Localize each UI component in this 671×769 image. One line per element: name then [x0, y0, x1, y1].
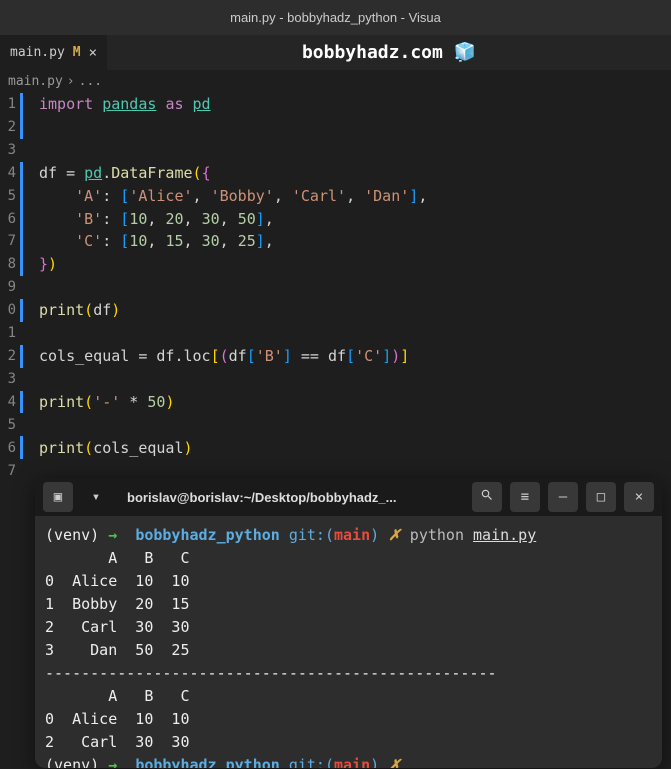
- terminal-titlebar[interactable]: ▣ ▾ borislav@borislav:~/Desktop/bobbyhad…: [35, 478, 662, 516]
- code-editor[interactable]: 1 2 3 4 5 6 7 8 9 0 1 2 3 4 5 6 7 import…: [0, 93, 671, 463]
- breadcrumb-file: main.py: [8, 74, 63, 89]
- window-title: main.py - bobbyhadz_python - Visua: [230, 10, 441, 25]
- menu-button[interactable]: ≡: [510, 482, 540, 512]
- maximize-button[interactable]: □: [586, 482, 616, 512]
- breadcrumb[interactable]: main.py › ...: [0, 70, 671, 93]
- close-icon: ×: [635, 489, 643, 505]
- terminal-window: ▣ ▾ borislav@borislav:~/Desktop/bobbyhad…: [35, 478, 662, 768]
- cube-icon: 🧊: [454, 42, 476, 63]
- maximize-icon: □: [597, 489, 605, 505]
- minimize-button[interactable]: –: [548, 482, 578, 512]
- hamburger-icon: ≡: [521, 489, 529, 505]
- new-tab-button[interactable]: ▣: [43, 482, 73, 512]
- close-icon[interactable]: ×: [89, 45, 97, 61]
- breadcrumb-more: ...: [79, 74, 102, 89]
- tab-filename: main.py: [10, 45, 65, 60]
- search-icon: [480, 488, 494, 506]
- chevron-right-icon: ›: [67, 74, 75, 89]
- dropdown-button[interactable]: ▾: [81, 482, 111, 512]
- window-titlebar: main.py - bobbyhadz_python - Visua: [0, 0, 671, 35]
- site-label: bobbyhadz.com 🧊: [107, 42, 671, 63]
- search-button[interactable]: [472, 482, 502, 512]
- tab-modified-indicator: M: [73, 45, 81, 60]
- line-gutter: 1 2 3 4 5 6 7 8 9 0 1 2 3 4 5 6 7: [0, 93, 20, 463]
- chevron-down-icon: ▾: [92, 489, 100, 505]
- code-content[interactable]: import pandas as pd df = pd.DataFrame({ …: [23, 93, 671, 463]
- tab-main-py[interactable]: main.py M ×: [0, 35, 107, 70]
- tab-bar: main.py M × bobbyhadz.com 🧊: [0, 35, 671, 70]
- site-text: bobbyhadz.com: [302, 42, 443, 63]
- terminal-icon: ▣: [54, 489, 62, 505]
- terminal-output[interactable]: (venv) → bobbyhadz_python git:(main) ✗ p…: [35, 516, 662, 768]
- terminal-path: borislav@borislav:~/Desktop/bobbyhadz_..…: [119, 490, 464, 505]
- close-button[interactable]: ×: [624, 482, 654, 512]
- minimize-icon: –: [559, 489, 567, 505]
